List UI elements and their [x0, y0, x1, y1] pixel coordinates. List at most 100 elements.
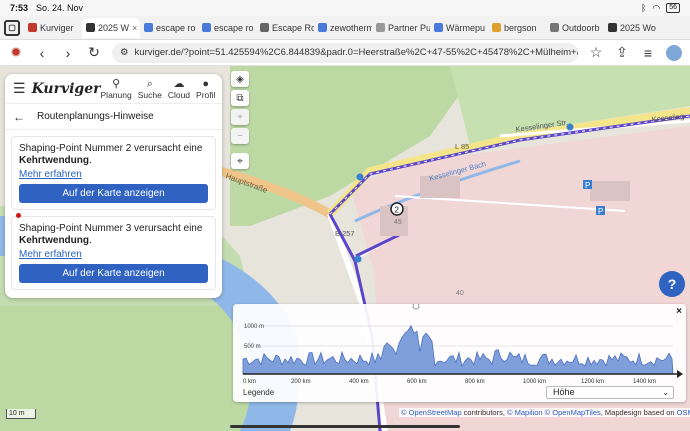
favicon-icon — [376, 23, 385, 32]
x-tick: 1000 km — [523, 379, 546, 384]
elevation-panel: × 1000 m 500 m 0 km 200 km 400 km 600 km 800… — [233, 304, 686, 402]
tab-5[interactable]: zewotherm — [314, 18, 372, 38]
tab-6[interactable]: Partner Pu — [372, 18, 430, 38]
y-tick: 1000 m — [244, 324, 264, 330]
nav-planung[interactable]: ⚲ Planung — [101, 78, 132, 100]
zoom-in-button[interactable]: + — [231, 109, 249, 125]
hint-text: Shaping-Point Nummer 2 verursacht eine — [19, 143, 203, 154]
elevation-type-select[interactable]: Höhe ⌄ — [546, 386, 674, 399]
x-tick: 1200 km — [581, 379, 604, 384]
address-bar[interactable]: ⚙ kurviger.de/?point=51.425594%2C6.84483… — [112, 42, 578, 63]
position-marker-icon[interactable] — [677, 370, 683, 378]
favicon-icon — [608, 23, 617, 32]
back-icon[interactable]: ‹ — [34, 45, 50, 61]
locate-icon[interactable]: ⌖ — [231, 153, 249, 169]
elevation-chart[interactable]: 1000 m 500 m 0 km 200 km 400 km 600 km 800 k… — [233, 304, 686, 384]
x-tick: 400 km — [349, 379, 369, 384]
tab-2[interactable]: escape ro — [140, 18, 198, 38]
tab-label: escape ro — [156, 22, 196, 33]
status-icons: ᛒ ◠ 56 — [641, 3, 680, 14]
site-info-icon[interactable]: ⚙ — [120, 47, 129, 58]
tab-label: escape ro — [214, 22, 254, 33]
nav-label: Profil — [196, 89, 216, 100]
back-arrow-icon[interactable]: ← — [13, 110, 25, 124]
svg-text:P: P — [598, 207, 603, 216]
mapilion-link[interactable]: © Mapilion — [507, 408, 543, 417]
bookmark-icon[interactable]: ☆ — [588, 44, 604, 61]
help-button[interactable]: ? — [659, 271, 685, 297]
favicon-icon — [260, 23, 269, 32]
favicon-icon — [318, 23, 327, 32]
nav-label: Suche — [137, 89, 162, 100]
main-nav: ⚲ Planung ⌕ Suche ☁ Cloud ● Profil — [101, 78, 216, 100]
routing-panel: ☰ Kurviger ⚲ Planung ⌕ Suche ☁ Cloud ● Profi… — [5, 74, 222, 298]
learn-more-link[interactable]: Mehr erfahren — [19, 249, 208, 260]
profile-icon: ● — [202, 77, 210, 90]
attrib-text: contributors, — [461, 408, 507, 417]
house-number: 45 — [394, 219, 402, 226]
hint-bold: Kehrtwendung — [19, 235, 89, 246]
zoom-out-button[interactable]: − — [231, 128, 249, 144]
browser-toolbar: ✹ ‹ › ↻ ⚙ kurviger.de/?point=51.425594%2… — [0, 40, 690, 66]
park-area-south — [0, 306, 260, 431]
osm-liberty-link[interactable]: OSM Liberty — [677, 408, 690, 417]
tab-1[interactable]: 2025 W × — [82, 17, 140, 38]
tab-label: Kurviger — [40, 22, 74, 33]
clock: 7:53 — [10, 3, 29, 13]
hint-text: Shaping-Point Nummer 3 verursacht eine — [19, 223, 203, 234]
map-attribution: © OpenStreetMap contributors, © Mapilion… — [399, 408, 690, 417]
avatar[interactable] — [666, 44, 682, 61]
tab-7[interactable]: Wärmepu — [430, 18, 488, 38]
x-tick: 0 km — [243, 379, 256, 384]
menu-icon[interactable]: ≡ — [640, 45, 656, 61]
select-value: Höhe — [553, 387, 575, 397]
show-on-map-button[interactable]: Auf der Karte anzeigen — [19, 184, 208, 203]
direction-marker — [354, 255, 362, 263]
hint-end: . — [89, 155, 92, 166]
tab-label: Wärmepu — [446, 22, 486, 33]
forward-icon[interactable]: › — [60, 45, 76, 61]
home-indicator — [230, 425, 460, 428]
tab-3[interactable]: escape ro — [198, 18, 256, 38]
share-icon[interactable]: ⇪ — [614, 44, 630, 61]
x-tick: 1400 km — [633, 379, 656, 384]
date: So. 24. Nov — [36, 3, 84, 13]
osm-link[interactable]: © OpenStreetMap — [401, 408, 462, 417]
favicon-icon — [86, 23, 95, 32]
x-tick: 200 km — [291, 379, 311, 384]
tab-9[interactable]: Outdoorb — [546, 18, 604, 38]
copy-icon[interactable]: ⧉ — [231, 90, 249, 106]
close-tab-icon[interactable]: × — [132, 23, 137, 33]
site-logo-icon[interactable]: ✹ — [8, 44, 24, 61]
tab-4[interactable]: Escape Ro — [256, 18, 314, 38]
map-label-l85: L 85 — [455, 142, 469, 151]
tab-label: zewotherm — [330, 22, 372, 33]
tab-0[interactable]: Kurviger — [24, 18, 82, 38]
show-on-map-button[interactable]: Auf der Karte anzeigen — [19, 264, 208, 283]
drag-handle[interactable] — [412, 304, 420, 310]
openmaptiles-link[interactable]: © OpenMapTiles — [543, 408, 601, 417]
x-tick: 600 km — [407, 379, 427, 384]
hint-message: Shaping-Point Nummer 3 verursacht eine K… — [19, 223, 208, 247]
chevron-down-icon: ⌄ — [662, 388, 669, 397]
nav-suche[interactable]: ⌕ Suche — [138, 78, 162, 100]
layers-icon[interactable]: ◈ — [231, 71, 249, 87]
tab-10[interactable]: 2025 Wo — [604, 18, 662, 38]
app-logo[interactable]: Kurviger — [32, 81, 101, 97]
svg-text:P: P — [585, 181, 590, 190]
favicon-icon — [434, 23, 443, 32]
battery-icon: 56 — [666, 3, 680, 13]
nav-label: Cloud — [167, 89, 191, 100]
tab-switcher-icon[interactable]: ▢ — [4, 19, 20, 36]
nav-cloud[interactable]: ☁ Cloud — [168, 78, 190, 100]
hamburger-menu-icon[interactable]: ☰ — [13, 80, 26, 97]
reload-icon[interactable]: ↻ — [86, 44, 102, 61]
tab-8[interactable]: bergson — [488, 18, 546, 38]
learn-more-link[interactable]: Mehr erfahren — [19, 169, 208, 180]
hint-card: Shaping-Point Nummer 3 verursacht eine K… — [11, 213, 216, 290]
tab-list: Kurviger 2025 W × escape ro escape ro Escape … — [24, 17, 662, 38]
y-tick: 500 m — [244, 344, 261, 350]
nav-profil[interactable]: ● Profil — [196, 78, 215, 100]
legend-label[interactable]: Legende — [243, 388, 274, 397]
tab-label: 2025 W — [98, 22, 130, 33]
